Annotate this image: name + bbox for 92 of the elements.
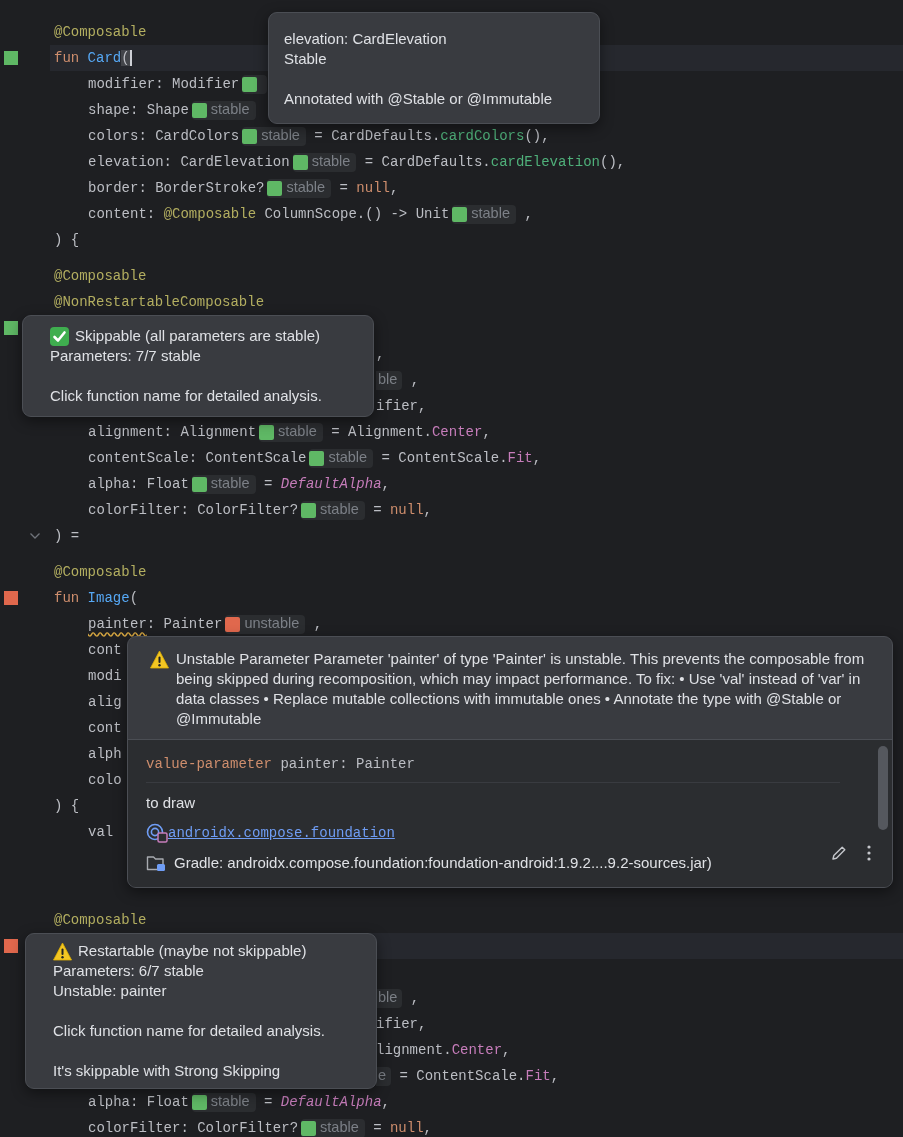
code-text: ) { — [54, 230, 80, 250]
edit-icon[interactable] — [830, 844, 848, 862]
code-text: elevation: CardElevation — [88, 152, 290, 172]
code-text: alpha: Float — [88, 1092, 189, 1112]
stability-tag: ble — [376, 988, 403, 1008]
code-text: , — [312, 614, 323, 634]
fold-icon[interactable] — [29, 532, 41, 540]
warning-icon — [150, 650, 169, 669]
code-text: , — [409, 370, 420, 390]
status-square-icon[interactable] — [4, 51, 18, 65]
folder-icon — [146, 854, 168, 872]
stability-label: stable — [328, 448, 368, 468]
code-text: colo — [88, 770, 122, 790]
status-square-icon[interactable] — [4, 939, 18, 953]
tooltip-text: elevation: CardElevation — [284, 29, 447, 49]
code-text: fun Image( — [54, 588, 139, 608]
code-text: colorFilter: ColorFilter? — [88, 500, 299, 520]
code-text: colors: CardColors — [88, 126, 240, 146]
source-text: Gradle: androidx.compose.foundation:foundation-android:1.9.2....9.2-sources.jar) — [174, 853, 712, 873]
code-text: fun Card( — [54, 48, 132, 68]
stability-label: stable — [320, 1118, 359, 1137]
code-text: ifier, — [376, 1014, 427, 1034]
code-text: @Composable — [54, 562, 147, 582]
code-text: painter: Painter — [88, 614, 223, 634]
stability-label: stable — [471, 204, 510, 224]
code-text: modi — [88, 666, 122, 686]
warning-message: Unstable Parameter Parameter 'painter' of type 'Painter' is unstable. This prevents the composable from being skipped during recomposition, which may impact performance. To fix: • Use 'val' instead of 'var' in data classes • Replace mutable collections with immutable ones • Annotate the type with @Stable or @Immutable — [176, 649, 866, 729]
code-text: = null, — [372, 500, 432, 520]
tooltip-text: Stable — [284, 49, 327, 69]
stability-label: unstable — [244, 614, 300, 634]
code-text: border: BorderStroke? — [88, 178, 265, 198]
code-text: , — [523, 204, 533, 224]
code-text: = DefaultAlpha, — [262, 1092, 390, 1112]
module-icon — [146, 823, 168, 843]
code-text: ifier, — [376, 396, 427, 416]
code-text: cont — [88, 640, 122, 660]
code-text: = Alignment.Center, — [330, 422, 491, 442]
code-text: ) { — [54, 796, 80, 816]
code-text: cont — [88, 718, 122, 738]
check-icon — [50, 326, 69, 346]
code-text: lignment.Center, — [376, 1040, 511, 1060]
code-text: = ContentScale.Fit, — [398, 1066, 560, 1086]
code-text: , — [409, 988, 420, 1008]
tooltip-text: Annotated with @Stable or @Immutable — [284, 89, 553, 109]
description-text: to draw — [146, 793, 197, 813]
code-text: @NonRestartableComposable — [54, 292, 265, 312]
tooltip-text: It's skippable with Strong Skipping — [53, 1061, 281, 1081]
stability-label: stable — [210, 100, 250, 120]
code-text: modifier: Modifier — [88, 74, 240, 94]
code-text: = null, — [372, 1118, 432, 1137]
code-text: , — [376, 344, 385, 364]
signature-text: value-parameter painter: Painter — [146, 754, 840, 783]
code-text: shape: Shape — [88, 100, 189, 120]
code-text: contentScale: ContentScale — [88, 448, 307, 468]
code-text: alpha: Float — [88, 474, 189, 494]
stability-label: stable — [278, 422, 317, 442]
stability-label: stable — [261, 126, 300, 146]
tooltip-text: Parameters: 7/7 stable — [50, 346, 201, 366]
code-text: = ContentScale.Fit, — [380, 448, 542, 468]
code-text: alignment: Alignment — [88, 422, 257, 442]
stability-label: stable — [311, 152, 351, 172]
more-icon[interactable] — [866, 844, 872, 862]
code-text: = DefaultAlpha, — [262, 474, 390, 494]
tooltip-text: Click function name for detailed analysis. — [50, 386, 322, 406]
status-square-icon[interactable] — [4, 321, 18, 335]
code-text: = CardDefaults.cardElevation(), — [363, 152, 626, 172]
stability-label: stable — [210, 1092, 250, 1112]
package-link[interactable]: androidx.compose.foundation — [168, 823, 395, 843]
warning-icon — [53, 941, 72, 961]
tooltip-text: Parameters: 6/7 stable — [53, 961, 204, 981]
status-square-icon[interactable] — [4, 591, 18, 605]
code-text: alig — [88, 692, 122, 712]
code-text: @Composable — [54, 910, 147, 930]
code-text: colorFilter: ColorFilter? — [88, 1118, 299, 1137]
code-text: = null, — [338, 178, 399, 198]
scrollbar-thumb[interactable] — [878, 746, 888, 830]
tooltip-text: Unstable: painter — [53, 981, 167, 1001]
tooltip-text: Click function name for detailed analysis. — [53, 1021, 325, 1041]
code-text: @Composable — [54, 22, 147, 42]
code-text: = CardDefaults.cardColors(), — [313, 126, 550, 146]
code-text: alph — [88, 744, 122, 764]
stability-tag: ble — [376, 370, 403, 390]
code-text: @Composable — [54, 266, 147, 286]
stability-label: stable — [320, 500, 359, 520]
stability-label: stable — [286, 178, 326, 198]
code-text: val — [88, 822, 114, 842]
stability-label: stable — [210, 474, 250, 494]
stability-tag: e — [376, 1066, 392, 1086]
tooltip-text: Skippable (all parameters are stable) — [75, 326, 321, 346]
code-text: ) = — [54, 526, 80, 546]
code-text: content: @Composable ColumnScope.() -> Unit — [88, 204, 450, 224]
tooltip-text: Restartable (maybe not skippable) — [78, 941, 307, 961]
